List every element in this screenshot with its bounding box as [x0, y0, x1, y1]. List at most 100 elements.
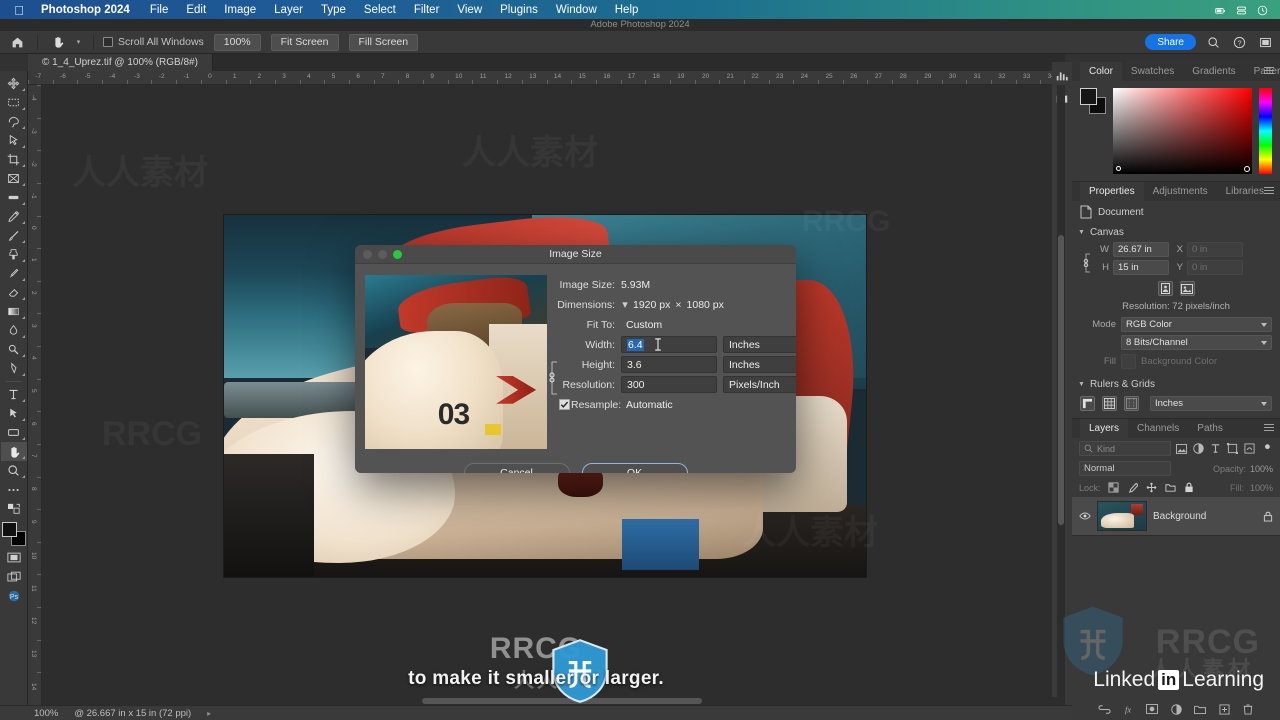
menu-item-plugins[interactable]: Plugins [491, 4, 547, 16]
move-tool[interactable] [1, 74, 27, 93]
layer-thumbnail[interactable] [1097, 501, 1147, 531]
tab-channels[interactable]: Channels [1128, 419, 1188, 438]
color-panel-swatches[interactable] [1080, 88, 1106, 114]
battery-icon[interactable] [1215, 5, 1226, 16]
resolution-input[interactable]: 300 [621, 376, 717, 393]
lasso-tool[interactable] [1, 112, 27, 131]
mode-select[interactable]: RGB Color [1121, 317, 1272, 332]
brush-tool[interactable] [1, 226, 27, 245]
menu-app-name[interactable]: Photoshop 2024 [30, 4, 141, 16]
menu-item-filter[interactable]: Filter [405, 4, 449, 16]
status-doc-info[interactable]: @ 26.667 in x 15 in (72 ppi) [74, 708, 191, 719]
tab-color[interactable]: Color [1080, 62, 1122, 81]
blend-mode-select[interactable]: Normal [1079, 461, 1171, 476]
tab-properties[interactable]: Properties [1080, 182, 1144, 201]
shape-tool[interactable] [1, 423, 27, 442]
status-zoom[interactable]: 100% [34, 708, 58, 719]
default-colors-icon[interactable] [1, 499, 27, 518]
filter-shape-icon[interactable] [1226, 442, 1239, 455]
menu-item-edit[interactable]: Edit [177, 4, 215, 16]
lock-nesting-icon[interactable] [1164, 481, 1177, 494]
menu-item-view[interactable]: View [448, 4, 491, 16]
clone-stamp-tool[interactable] [1, 245, 27, 264]
blur-tool[interactable] [1, 321, 27, 340]
canvas-w-input[interactable]: 26.67 in [1113, 242, 1169, 257]
lock-transparency-icon[interactable] [1107, 481, 1120, 494]
tab-patterns[interactable]: Patterns [1245, 62, 1280, 81]
help-icon[interactable]: ? [1230, 33, 1248, 51]
history-brush-tool[interactable] [1, 264, 27, 283]
ruler-units-select[interactable]: Inches [1150, 396, 1272, 411]
dialog-title-bar[interactable]: Image Size [355, 245, 796, 264]
fill-color-chip[interactable] [1121, 354, 1136, 369]
lock-all-icon[interactable] [1183, 481, 1196, 494]
panel-menu-icon[interactable] [1264, 67, 1274, 76]
canvas-x-input[interactable]: 0 in [1187, 242, 1243, 257]
lock-image-icon[interactable] [1126, 481, 1139, 494]
apple-icon[interactable]:  [8, 3, 30, 18]
add-layer-mask-icon[interactable] [1146, 703, 1159, 716]
opacity-value[interactable]: 100% [1250, 464, 1273, 474]
search-icon[interactable] [1204, 33, 1222, 51]
cancel-button[interactable]: Cancel [463, 463, 570, 473]
canvas-y-input[interactable]: 0 in [1187, 260, 1243, 275]
control-center-icon[interactable] [1236, 5, 1247, 16]
filter-pixel-icon[interactable] [1175, 442, 1188, 455]
tab-gradients[interactable]: Gradients [1183, 62, 1244, 81]
close-button[interactable] [363, 249, 372, 259]
dialog-preview-image[interactable]: 03 [365, 275, 547, 449]
dodge-tool[interactable] [1, 340, 27, 359]
fit-screen-button[interactable]: Fit Screen [270, 33, 339, 51]
width-input[interactable]: 6.4 [621, 336, 717, 353]
object-selection-tool[interactable] [1, 131, 27, 150]
rulers-toggle-icon[interactable] [1080, 396, 1095, 411]
crop-tool[interactable] [1, 150, 27, 169]
filter-smart-object-icon[interactable] [1243, 442, 1256, 455]
histogram-icon[interactable] [1054, 68, 1070, 84]
healing-brush-tool[interactable] [1, 207, 27, 226]
scroll-all-windows-checkbox[interactable]: Scroll All Windows [103, 36, 204, 48]
edit-toolbar-icon[interactable] [1, 480, 27, 499]
zoom-100-button[interactable]: 100% [213, 33, 261, 51]
layer-style-fx-icon[interactable]: fx [1122, 703, 1135, 716]
clock-icon[interactable] [1257, 5, 1268, 16]
path-selection-tool[interactable] [1, 404, 27, 423]
share-button[interactable]: Share [1145, 34, 1196, 50]
tab-adjustments[interactable]: Adjustments [1144, 182, 1217, 201]
zoom-tool[interactable] [1, 461, 27, 480]
hue-strip[interactable] [1259, 88, 1272, 174]
layers-panel-menu-icon[interactable] [1264, 424, 1274, 433]
resample-checkbox[interactable] [557, 399, 571, 410]
menu-item-help[interactable]: Help [606, 4, 648, 16]
layer-filter-kind-select[interactable]: Kind [1079, 441, 1171, 456]
layer-name[interactable]: Background [1153, 511, 1255, 522]
gradient-tool[interactable] [1, 302, 27, 321]
portrait-orientation-icon[interactable] [1157, 281, 1173, 296]
landscape-orientation-icon[interactable] [1179, 281, 1195, 296]
grid-toggle-icon[interactable] [1102, 396, 1117, 411]
link-dimensions-icon[interactable] [1080, 242, 1094, 274]
new-group-icon[interactable] [1194, 703, 1207, 716]
adjustment-layer-icon[interactable] [1170, 703, 1183, 716]
height-units-select[interactable]: Inches [723, 356, 796, 373]
workspace-icon[interactable] [1256, 33, 1274, 51]
fill-screen-button[interactable]: Fill Screen [348, 33, 419, 51]
pen-tool[interactable] [1, 359, 27, 378]
hand-tool-icon[interactable] [47, 32, 69, 53]
marquee-tool[interactable] [1, 93, 27, 112]
lock-position-icon[interactable] [1145, 481, 1158, 494]
menu-item-select[interactable]: Select [355, 4, 405, 16]
ok-button[interactable]: OK [581, 463, 688, 473]
horizontal-ruler[interactable]: -7 -6 -5 -4 -3 -2 -1 0 1 2 3 4 5 6 7 8 9 10 11 12 13 14 15 16 17… [28, 71, 1065, 85]
color-field[interactable] [1113, 88, 1252, 174]
tool-preset-chevron-icon[interactable]: ▾ [73, 32, 84, 52]
delete-layer-icon[interactable] [1242, 703, 1255, 716]
resolution-units-select[interactable]: Pixels/Inch [723, 376, 796, 393]
image-size-dialog[interactable]: Image Size 03 Image Size: 5.93M Dimensio… [355, 245, 796, 473]
hand-tool[interactable] [0, 442, 27, 461]
document-tab[interactable]: © 1_4_Uprez.tif @ 100% (RGB/8#) [28, 54, 213, 71]
menu-item-type[interactable]: Type [312, 4, 355, 16]
filter-toggle-icon[interactable] [1260, 442, 1273, 455]
width-units-select[interactable]: Inches [723, 336, 796, 353]
color-swatches[interactable] [1, 522, 26, 546]
